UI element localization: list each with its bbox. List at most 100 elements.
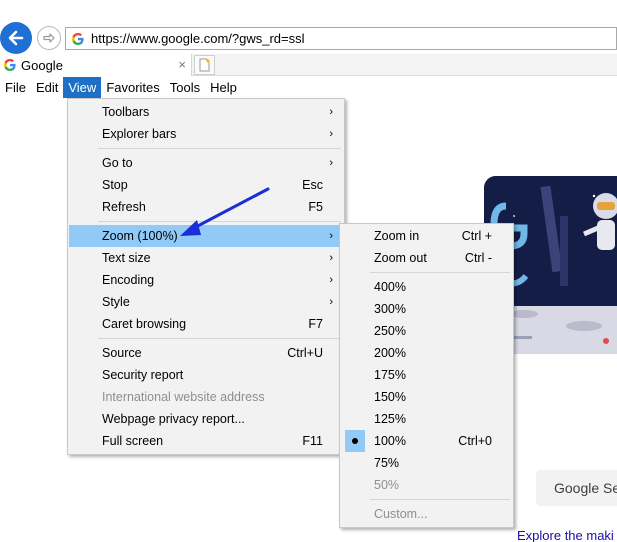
menu-item-label: Zoom out: [374, 251, 427, 265]
menu-item-label: Stop: [102, 178, 128, 192]
address-row: https://www.google.com/?gws_rd=ssl: [0, 0, 617, 54]
back-button[interactable]: [0, 22, 32, 54]
chevron-right-icon: ›: [329, 106, 333, 118]
menu-item-label: Style: [102, 295, 130, 309]
menu-item-shortcut: F11: [302, 434, 323, 448]
zoom-200-item[interactable]: 200%: [341, 342, 512, 364]
menu-item-label: 250%: [374, 324, 406, 338]
menu-help[interactable]: Help: [205, 77, 242, 98]
menu-item-label: 200%: [374, 346, 406, 360]
view-menu-style[interactable]: Style ›: [69, 291, 343, 313]
zoom-in-item[interactable]: Zoom in Ctrl +: [341, 225, 512, 247]
view-menu-toolbars[interactable]: Toolbars ›: [69, 101, 343, 123]
zoom-out-item[interactable]: Zoom out Ctrl -: [341, 247, 512, 269]
menu-item-label: 100%: [374, 434, 406, 448]
url-text: https://www.google.com/?gws_rd=ssl: [91, 31, 305, 46]
view-menu-text-size[interactable]: Text size ›: [69, 247, 343, 269]
explore-link[interactable]: Explore the maki: [517, 528, 614, 542]
menu-item-label: Refresh: [102, 200, 146, 214]
view-menu-full-screen[interactable]: Full screen F11: [69, 430, 343, 452]
chevron-right-icon: ›: [329, 128, 333, 140]
menu-item-label: Custom...: [374, 507, 428, 521]
menu-separator: [98, 148, 341, 149]
menu-item-label: International website address: [102, 390, 265, 404]
zoom-100-item[interactable]: 100% Ctrl+0: [341, 430, 512, 452]
chevron-right-icon: ›: [329, 296, 333, 308]
zoom-custom-item: Custom...: [341, 503, 512, 525]
menu-item-label: Webpage privacy report...: [102, 412, 245, 426]
menu-item-shortcut: Ctrl -: [464, 251, 492, 265]
zoom-submenu: Zoom in Ctrl + Zoom out Ctrl - 400% 300%…: [339, 223, 514, 528]
menu-item-label: Toolbars: [102, 105, 150, 119]
menu-item-label: Explorer bars: [102, 127, 177, 141]
annotation-arrow-icon: [180, 187, 270, 236]
view-menu-source[interactable]: Source Ctrl+U: [69, 342, 343, 364]
view-menu-explorer-bars[interactable]: Explorer bars ›: [69, 123, 343, 145]
menu-item-label: Security report: [102, 368, 184, 382]
zoom-250-item[interactable]: 250%: [341, 320, 512, 342]
menu-edit[interactable]: Edit: [31, 77, 63, 98]
new-tab-icon: [199, 58, 210, 72]
radio-checked-icon: [345, 430, 365, 452]
menu-file[interactable]: File: [0, 77, 31, 98]
menu-item-label: Caret browsing: [102, 317, 187, 331]
menu-item-label: 125%: [374, 412, 406, 426]
chevron-right-icon: ›: [329, 230, 333, 242]
view-menu-go-to[interactable]: Go to ›: [69, 152, 343, 174]
forward-button[interactable]: [37, 26, 61, 50]
tab-strip: Google ×: [0, 54, 617, 76]
google-favicon-icon: [72, 32, 84, 45]
menu-item-shortcut: Esc: [302, 178, 323, 192]
menu-item-label: 175%: [374, 368, 406, 382]
menu-item-label: 300%: [374, 302, 406, 316]
zoom-50-item: 50%: [341, 474, 512, 496]
zoom-400-item[interactable]: 400%: [341, 276, 512, 298]
menu-favorites[interactable]: Favorites: [101, 77, 164, 98]
menu-item-label: Source: [102, 346, 142, 360]
tab-google[interactable]: Google ×: [0, 54, 192, 76]
view-menu-caret-browsing[interactable]: Caret browsing F7: [69, 313, 343, 335]
menu-separator: [98, 338, 341, 339]
menu-item-label: 150%: [374, 390, 406, 404]
google-favicon-icon: [4, 59, 16, 71]
view-menu-encoding[interactable]: Encoding ›: [69, 269, 343, 291]
menu-view[interactable]: View: [63, 77, 102, 98]
zoom-300-item[interactable]: 300%: [341, 298, 512, 320]
menu-item-shortcut: Ctrl+U: [287, 346, 323, 360]
tab-title: Google: [21, 57, 63, 73]
new-tab-button[interactable]: [194, 55, 215, 75]
menu-separator: [370, 272, 510, 273]
menu-item-label: 75%: [374, 456, 400, 470]
view-menu: Toolbars › Explorer bars › Go to › Stop …: [67, 98, 345, 455]
view-menu-international-address: International website address: [69, 386, 343, 408]
zoom-150-item[interactable]: 150%: [341, 386, 512, 408]
chevron-right-icon: ›: [329, 157, 333, 169]
menu-item-label: Go to: [102, 156, 133, 170]
menu-item-label: Zoom in: [374, 229, 420, 243]
close-tab-icon[interactable]: ×: [178, 57, 186, 72]
view-menu-security-report[interactable]: Security report: [69, 364, 343, 386]
zoom-75-item[interactable]: 75%: [341, 452, 512, 474]
menu-item-shortcut: F7: [308, 317, 323, 331]
chevron-right-icon: ›: [329, 252, 333, 264]
menu-item-shortcut: Ctrl +: [461, 229, 492, 243]
menu-item-label: 400%: [374, 280, 406, 294]
menu-item-shortcut: Ctrl+0: [458, 434, 492, 448]
menu-item-shortcut: F5: [308, 200, 323, 214]
menu-tools[interactable]: Tools: [165, 77, 205, 98]
menu-item-label: Text size: [102, 251, 151, 265]
address-bar[interactable]: https://www.google.com/?gws_rd=ssl: [65, 27, 617, 50]
view-menu-privacy-report[interactable]: Webpage privacy report...: [69, 408, 343, 430]
menu-separator: [370, 499, 510, 500]
menu-item-label: Full screen: [102, 434, 164, 448]
menu-bar: File Edit View Favorites Tools Help: [0, 77, 617, 98]
menu-item-label: 50%: [374, 478, 400, 492]
back-arrow-icon: [8, 30, 24, 46]
zoom-175-item[interactable]: 175%: [341, 364, 512, 386]
google-search-button[interactable]: Google Se: [536, 470, 617, 506]
zoom-125-item[interactable]: 125%: [341, 408, 512, 430]
menu-item-label: Encoding: [102, 273, 155, 287]
forward-arrow-icon: [43, 33, 55, 43]
menu-item-label: Zoom (100%): [102, 229, 178, 243]
chevron-right-icon: ›: [329, 274, 333, 286]
